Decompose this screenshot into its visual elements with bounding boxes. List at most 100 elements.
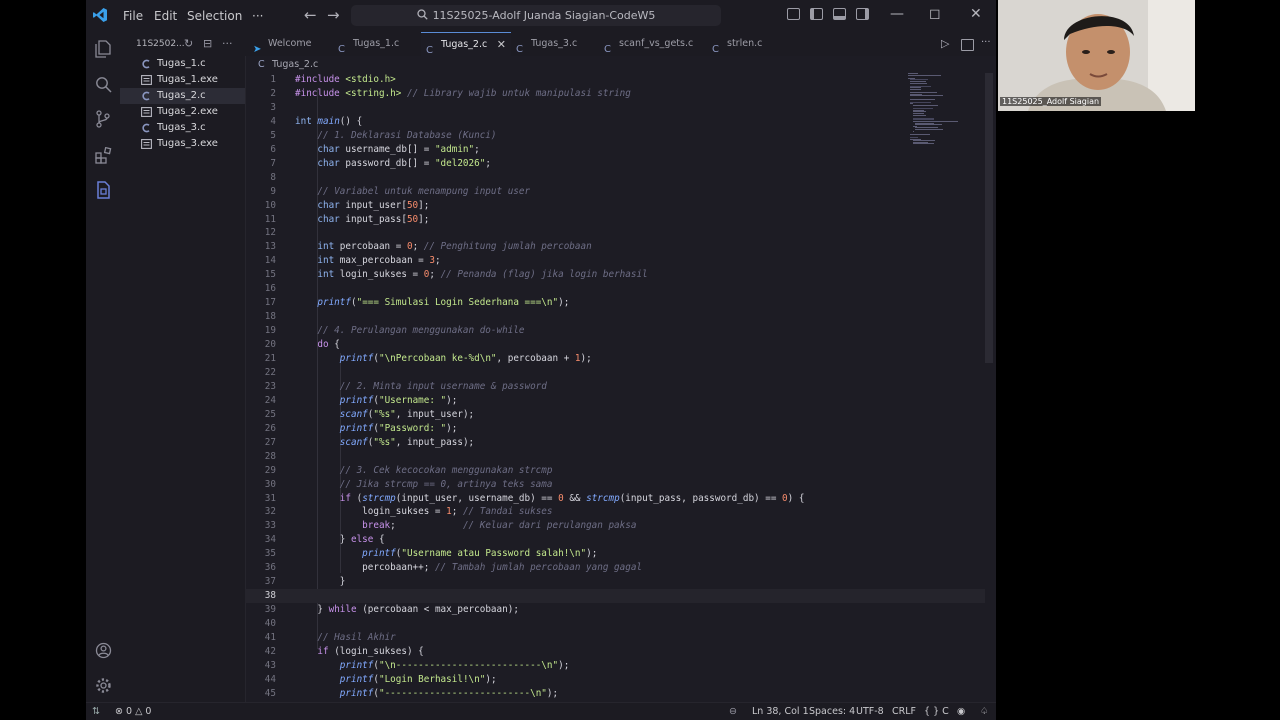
zoom-icon[interactable]: ⊖	[729, 703, 737, 720]
editor-more-icon[interactable]: ···	[981, 37, 991, 48]
tab-tugas-2[interactable]: C Tugas_2.c ✕	[421, 32, 511, 56]
file-item[interactable]: Tugas_3.c	[120, 120, 245, 136]
menu-edit[interactable]: Edit	[154, 9, 177, 23]
breadcrumb[interactable]: C Tugas_2.c	[245, 56, 318, 73]
tab-welcome[interactable]: ➤ Welcome	[248, 32, 333, 56]
toggle-secondary-sidebar-icon[interactable]	[856, 8, 869, 20]
code-line[interactable]: 17 printf("=== Simulasi Login Sederhana …	[245, 296, 985, 310]
code-line[interactable]: 34 } else {	[245, 533, 985, 547]
copilot-icon[interactable]: ◉	[957, 703, 965, 720]
code-line[interactable]: 42 if (login_sukses) {	[245, 645, 985, 659]
split-editor-icon[interactable]	[961, 39, 974, 51]
close-tab-icon[interactable]: ✕	[497, 33, 506, 57]
line-number: 6	[270, 143, 276, 155]
file-item[interactable]: Tugas_1.c	[120, 56, 245, 72]
tab-tugas-3[interactable]: C Tugas_3.c	[511, 32, 599, 56]
toggle-sidebar-icon[interactable]	[810, 8, 823, 20]
code-line[interactable]: 16	[245, 282, 985, 296]
account-icon[interactable]	[86, 635, 120, 665]
tab-scanf-vs-gets[interactable]: C scanf_vs_gets.c	[599, 32, 707, 56]
code-line[interactable]: 10 char input_user[50];	[245, 199, 985, 213]
toggle-copilot-icon[interactable]	[787, 8, 800, 20]
code-line[interactable]: 33 break; // Keluar dari perulangan paks…	[245, 519, 985, 533]
menu-file[interactable]: File	[123, 9, 143, 23]
code-line[interactable]: 31 if (strcmp(input_user, username_db) =…	[245, 492, 985, 506]
code-line[interactable]: 19 // 4. Perulangan menggunakan do-while	[245, 324, 985, 338]
code-line[interactable]: 7 char password_db[] = "del2026";	[245, 157, 985, 171]
problems-indicator[interactable]: ⊗ 0 △ 0	[115, 703, 151, 720]
file-item[interactable]: Tugas_2.exe	[120, 104, 245, 120]
code-line[interactable]: 41 // Hasil Akhir	[245, 631, 985, 645]
code-line[interactable]: 37 }	[245, 575, 985, 589]
code-line[interactable]: 23 // 2. Minta input username & password	[245, 380, 985, 394]
code-line[interactable]: 14 int max_percobaan = 3;	[245, 254, 985, 268]
code-line[interactable]: 43 printf("\n--------------------------\…	[245, 659, 985, 673]
menu-selection[interactable]: Selection	[187, 9, 242, 23]
maximize-icon[interactable]: ◻	[929, 6, 941, 22]
code-line[interactable]: 39 } while (percobaan < max_percobaan);	[245, 603, 985, 617]
code-line[interactable]: 27 scanf("%s", input_pass);	[245, 436, 985, 450]
code-line[interactable]: 28	[245, 450, 985, 464]
file-item[interactable]: Tugas_1.exe	[120, 72, 245, 88]
code-line[interactable]: 30 // Jika strcmp == 0, artinya teks sam…	[245, 478, 985, 492]
code-line[interactable]: 13 int percobaan = 0; // Penghitung juml…	[245, 240, 985, 254]
file-item[interactable]: Tugas_2.c	[120, 88, 245, 104]
code-line[interactable]: 44 printf("Login Berhasil!\n");	[245, 673, 985, 687]
code-line[interactable]: 4 int main() {	[245, 115, 985, 129]
code-line[interactable]: 40	[245, 617, 985, 631]
extensions-icon[interactable]	[86, 140, 120, 170]
file-item[interactable]: Tugas_3.exe	[120, 136, 245, 152]
code-line[interactable]: 2 #include <string.h> // Library wajib un…	[245, 87, 985, 101]
code-line[interactable]: 3	[245, 101, 985, 115]
code-line[interactable]: 29 // 3. Cek kecocokan menggunakan strcm…	[245, 464, 985, 478]
code-line[interactable]: 21 printf("\nPercobaan ke-%d\n", percoba…	[245, 352, 985, 366]
code-line[interactable]: 32 login_sukses = 1; // Tandai sukses	[245, 505, 985, 519]
remote-indicator-icon[interactable]: ⇅	[92, 703, 100, 720]
more-actions-icon[interactable]: ···	[222, 32, 233, 56]
editor-scrollbar[interactable]	[985, 73, 993, 363]
code-line[interactable]: 25 scanf("%s", input_user);	[245, 408, 985, 422]
code-line[interactable]: 24 printf("Username: ");	[245, 394, 985, 408]
settings-gear-icon[interactable]	[86, 670, 120, 700]
code-line[interactable]: 9 // Variabel untuk menampung input user	[245, 185, 985, 199]
collapse-all-icon[interactable]: ⊟	[203, 32, 212, 56]
code-line[interactable]: 5 // 1. Deklarasi Database (Kunci)	[245, 129, 985, 143]
explorer-icon[interactable]	[86, 34, 120, 64]
remote-explorer-icon[interactable]	[86, 175, 120, 205]
code-line[interactable]: 11 char input_pass[50];	[245, 213, 985, 227]
back-arrow-icon[interactable]: ←	[304, 6, 317, 24]
code-line[interactable]: 6 char username_db[] = "admin";	[245, 143, 985, 157]
code-line[interactable]: 8	[245, 171, 985, 185]
code-line[interactable]: 26 printf("Password: ");	[245, 422, 985, 436]
toggle-panel-icon[interactable]	[833, 8, 846, 20]
tab-tugas-1[interactable]: C Tugas_1.c	[333, 32, 421, 56]
close-window-icon[interactable]: ✕	[970, 6, 982, 22]
code-line[interactable]: 20 do {	[245, 338, 985, 352]
code-editor[interactable]: 1 #include <stdio.h> 2 #include <string.h> …	[245, 73, 985, 702]
tab-strlen[interactable]: C strlen.c	[707, 32, 787, 56]
source-control-icon[interactable]	[86, 104, 120, 134]
code-line[interactable]: 1 #include <stdio.h>	[245, 73, 985, 87]
code-line[interactable]: 36 percobaan++; // Tambah jumlah percoba…	[245, 561, 985, 575]
run-icon[interactable]: ▷	[941, 37, 949, 50]
indentation[interactable]: Spaces: 4	[809, 703, 855, 720]
code-line[interactable]: 12	[245, 226, 985, 240]
code-line[interactable]: 45 printf("--------------------------\n"…	[245, 687, 985, 701]
cursor-position[interactable]: Ln 38, Col 1	[752, 703, 809, 720]
minimize-icon[interactable]: —	[890, 6, 904, 22]
code-line[interactable]: 22	[245, 366, 985, 380]
line-ending[interactable]: CRLF	[892, 703, 916, 720]
code-line[interactable]: 38	[245, 589, 985, 604]
code-line[interactable]: 35 printf("Username atau Password salah!…	[245, 547, 985, 561]
command-center-search[interactable]: 11S25025-Adolf Juanda Siagian-CodeW5	[351, 5, 721, 26]
refresh-icon[interactable]: ↻	[184, 32, 193, 56]
menu-more[interactable]: ···	[252, 9, 263, 23]
notifications-bell-icon[interactable]: ♤	[980, 703, 989, 720]
forward-arrow-icon[interactable]: →	[327, 6, 340, 24]
code-line[interactable]: 15 int login_sukses = 0; // Penanda (fla…	[245, 268, 985, 282]
search-sidebar-icon[interactable]	[86, 69, 120, 99]
minimap[interactable]	[908, 73, 978, 153]
code-line[interactable]: 18	[245, 310, 985, 324]
encoding[interactable]: UTF-8	[856, 703, 884, 720]
language-mode[interactable]: { } C	[924, 703, 949, 720]
